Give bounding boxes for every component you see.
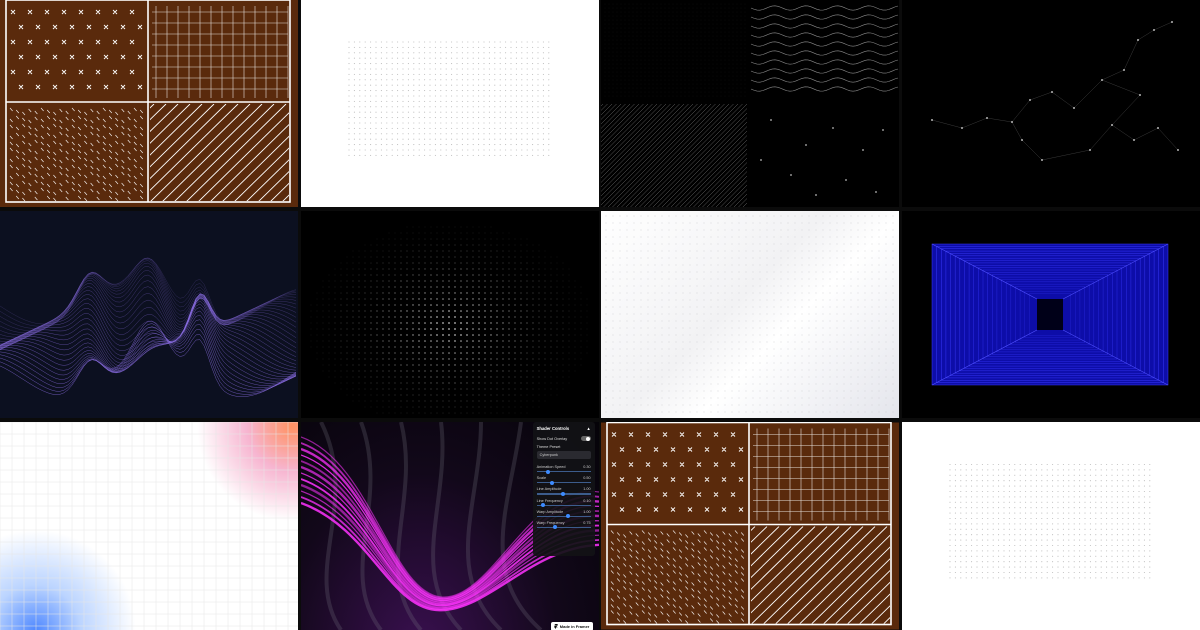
framer-logo-icon <box>554 624 558 629</box>
tile-gradient-grid[interactable] <box>0 422 298 630</box>
brown-patterns-graphic-2 <box>601 422 900 630</box>
slider-track[interactable] <box>536 514 591 519</box>
slider-label: Scale <box>536 476 547 481</box>
made-in-framer-badge[interactable]: Made in Framer <box>550 622 593 630</box>
slider-label: Line Amplitude <box>536 487 562 492</box>
slider-knob[interactable] <box>560 491 565 496</box>
dot-overlay-label: Show Dot Overlay <box>536 436 568 441</box>
slider-value: 0.30 <box>583 465 591 469</box>
slider-label-row: Line Amplitude 1.00 <box>537 487 591 491</box>
dot-overlay-toggle[interactable] <box>580 436 591 441</box>
slider-knob[interactable] <box>550 480 555 485</box>
slider-knob[interactable] <box>566 514 571 519</box>
blue-tunnel-graphic <box>931 243 1169 386</box>
slider-value: 0.50 <box>583 476 591 481</box>
brown-patterns-graphic <box>0 0 298 207</box>
pattern-gallery: Shader Controls ▲ Show Dot Overlay Theme… <box>0 0 1200 630</box>
light-dots-graphic <box>605 215 894 413</box>
slider-knob[interactable] <box>546 469 551 474</box>
framer-badge-label: Made in Framer <box>559 624 590 629</box>
theme-preset-label: Theme Preset <box>536 445 561 449</box>
slider-label-row: Scale 0.50 <box>537 476 591 480</box>
slider-label-row: Line Frequency 0.10 <box>537 499 591 503</box>
collapse-icon[interactable]: ▲ <box>586 426 590 431</box>
tile-light-gradient[interactable] <box>601 211 900 418</box>
tile-black-patterns[interactable] <box>601 0 900 207</box>
tile-blue-tunnel[interactable] <box>901 211 1200 418</box>
dot-grid-graphic-2 <box>949 463 1151 579</box>
slider-track[interactable] <box>536 491 591 496</box>
slider-value: 0.75 <box>583 520 591 525</box>
tile-brown-patterns-2[interactable] <box>601 422 900 630</box>
tile-radial-dots[interactable] <box>300 211 599 418</box>
slider-knob[interactable] <box>552 525 557 530</box>
dot-grid-graphic <box>348 41 549 156</box>
slider-knob[interactable] <box>540 503 545 508</box>
slider-track[interactable] <box>536 525 591 530</box>
tile-brown-patterns[interactable] <box>0 0 298 207</box>
wave-mesh-graphic <box>0 257 297 397</box>
shader-controls-panel[interactable]: Shader Controls ▲ Show Dot Overlay Theme… <box>532 422 595 556</box>
slider-label: Animation Speed <box>536 465 566 469</box>
theme-preset-select[interactable]: Cyberpunk <box>536 451 591 459</box>
tile-wave-mesh[interactable] <box>0 211 298 418</box>
slider-track[interactable] <box>536 503 591 508</box>
tile-constellation[interactable] <box>901 0 1200 207</box>
slider-label: Warp Frequency <box>536 520 565 525</box>
tile-white-dot-grid[interactable] <box>300 0 599 207</box>
slider-list: Animation Speed 0.30 Scale 0.50 Line Amplitu… <box>536 465 591 530</box>
black-patterns-graphic <box>601 0 900 207</box>
slider-label-row: Animation Speed 0.30 <box>537 465 591 469</box>
light-grid-graphic <box>0 422 298 630</box>
slider-label-row: Warp Frequency 0.75 <box>537 521 591 525</box>
slider-label-row: Warp Amplitude 1.00 <box>537 510 591 514</box>
slider-track[interactable] <box>536 469 591 474</box>
slider-label: Line Frequency <box>536 498 563 503</box>
slider-track[interactable] <box>536 480 591 485</box>
slider-value: 1.00 <box>583 487 591 492</box>
constellation-graphic <box>930 21 1179 161</box>
slider-value: 0.10 <box>583 498 591 503</box>
tile-white-dot-grid-2[interactable] <box>901 422 1200 630</box>
slider-label: Warp Amplitude <box>536 509 564 514</box>
slider-value: 1.00 <box>583 509 591 514</box>
tile-shader-lines[interactable]: Shader Controls ▲ Show Dot Overlay Theme… <box>300 422 599 630</box>
radial-dots-graphic <box>310 226 587 414</box>
panel-title: Shader Controls <box>536 426 570 431</box>
